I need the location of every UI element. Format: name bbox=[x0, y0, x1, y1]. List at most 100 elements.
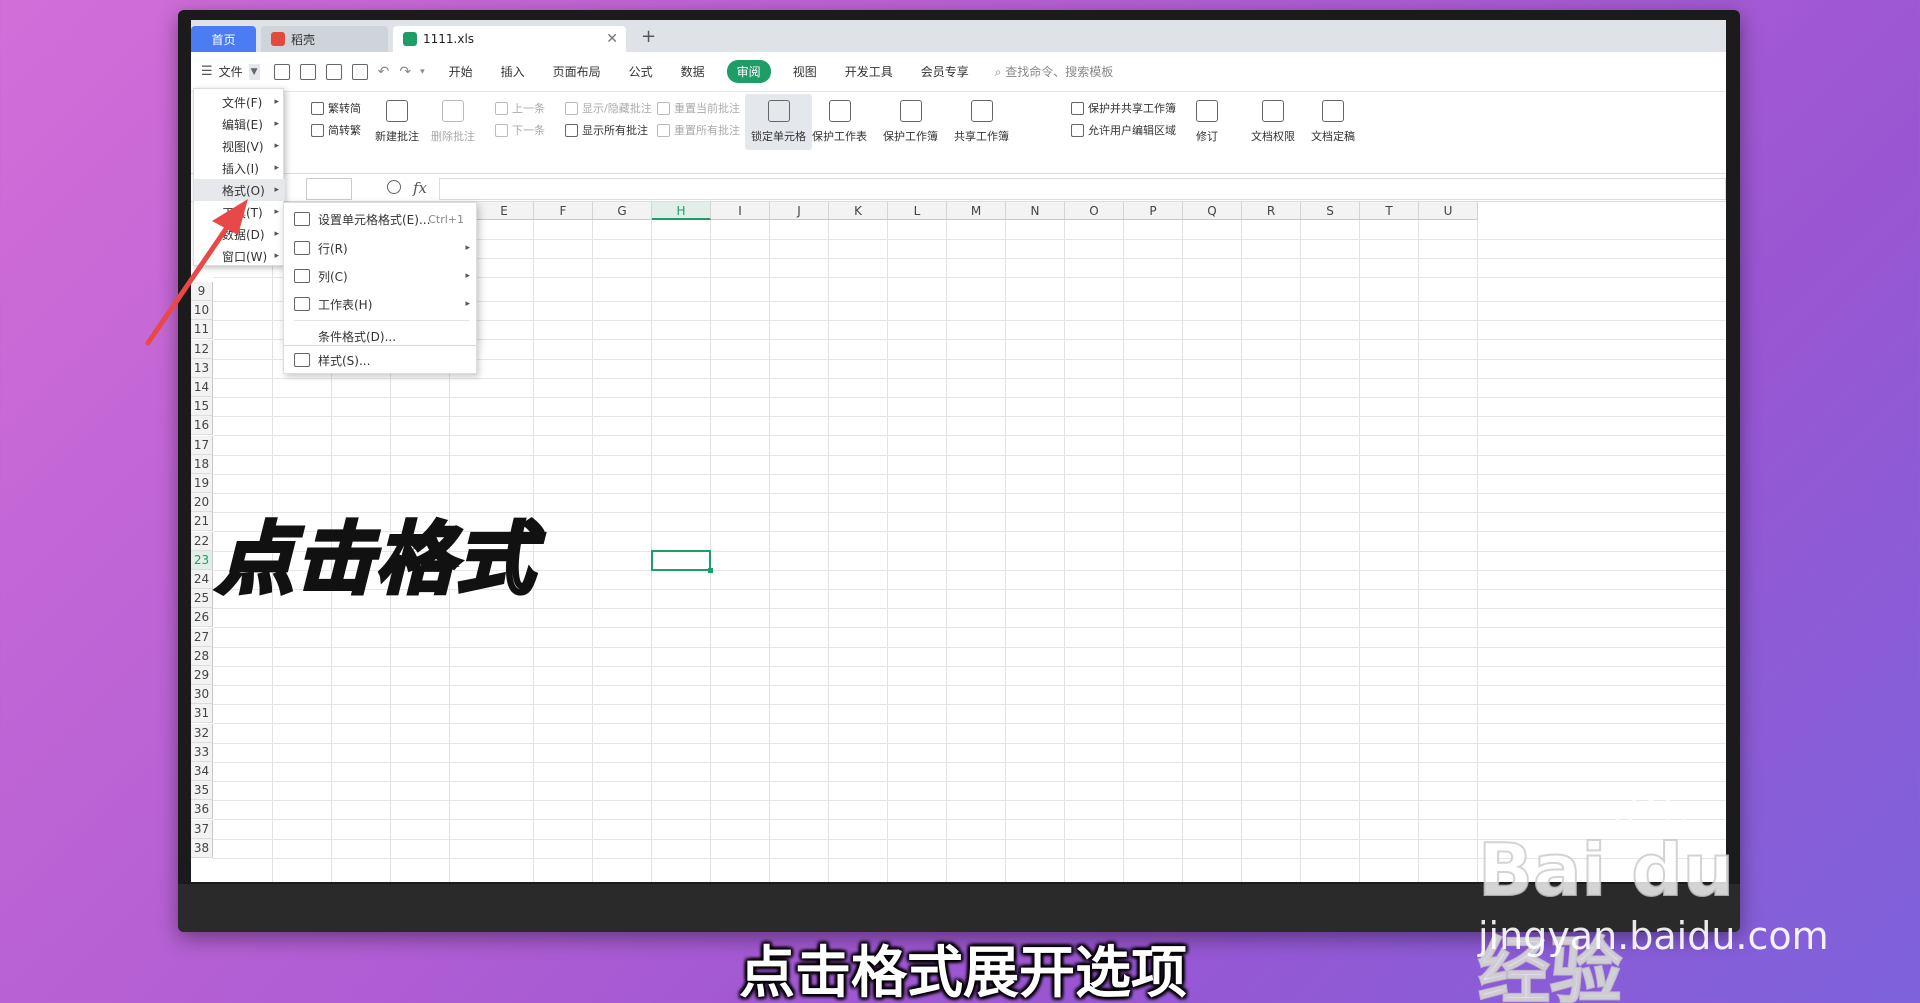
chevron-down-icon[interactable]: ▼ bbox=[248, 63, 260, 80]
column-header[interactable]: T bbox=[1360, 202, 1419, 220]
trad-to-simp-button[interactable]: 繁转简 bbox=[311, 100, 361, 116]
column-header[interactable]: F bbox=[534, 202, 593, 220]
next-comment-button[interactable]: 下一条 bbox=[495, 122, 545, 138]
menu-formula[interactable]: 公式 bbox=[615, 63, 667, 80]
menu-view[interactable]: 视图 bbox=[779, 63, 831, 80]
protect-workbook-button[interactable]: 保护工作簿 bbox=[883, 100, 938, 144]
menu-insert[interactable]: 插入 bbox=[487, 63, 539, 80]
share-workbook-button[interactable]: 共享工作簿 bbox=[954, 100, 1009, 144]
file-menu-button[interactable]: 文件 bbox=[213, 63, 249, 80]
save-icon[interactable] bbox=[273, 63, 290, 80]
row-header[interactable]: 16 bbox=[191, 416, 213, 435]
column-header[interactable]: Q bbox=[1183, 202, 1242, 220]
row-header[interactable]: 32 bbox=[191, 724, 213, 743]
column-header[interactable]: R bbox=[1242, 202, 1301, 220]
row-header[interactable]: 18 bbox=[191, 455, 213, 474]
reset-current-comment-button[interactable]: 重置当前批注 bbox=[657, 100, 740, 116]
file-menu-item[interactable]: 插入(I) ▸ bbox=[194, 157, 285, 179]
row-header[interactable]: 13 bbox=[191, 359, 213, 378]
column-header[interactable]: U bbox=[1419, 202, 1478, 220]
protect-share-workbook-button[interactable]: 保护并共享工作簿 bbox=[1071, 100, 1176, 116]
row-header[interactable]: 27 bbox=[191, 628, 213, 647]
hamburger-icon[interactable]: ☰ bbox=[201, 64, 213, 79]
zoom-icon[interactable] bbox=[387, 180, 401, 194]
show-hide-comment-button[interactable]: 显示/隐藏批注 bbox=[565, 100, 652, 116]
column-header[interactable]: I bbox=[711, 202, 770, 220]
doc-finalize-button[interactable]: 文档定稿 bbox=[1311, 100, 1355, 144]
column-header[interactable]: S bbox=[1301, 202, 1360, 220]
menu-item-cell-format[interactable]: 设置单元格格式(E)... Ctrl+1 bbox=[284, 205, 478, 233]
prev-comment-button[interactable]: 上一条 bbox=[495, 100, 545, 116]
column-header[interactable]: L bbox=[888, 202, 947, 220]
revise-button[interactable]: 修订 bbox=[1196, 100, 1218, 144]
redo-icon[interactable]: ↷ bbox=[399, 64, 411, 80]
menu-item-row[interactable]: 行(R) ▸ bbox=[284, 234, 478, 262]
row-header[interactable]: 33 bbox=[191, 743, 213, 762]
tab-docer[interactable]: 稻壳 bbox=[261, 26, 388, 52]
file-menu-item[interactable]: 视图(V) ▸ bbox=[194, 135, 285, 157]
row-header[interactable]: 20 bbox=[191, 493, 213, 512]
customize-icon[interactable]: ▾ bbox=[420, 67, 425, 77]
show-all-comments-button[interactable]: 显示所有批注 bbox=[565, 122, 648, 138]
preview-icon[interactable] bbox=[351, 63, 368, 80]
row-header[interactable]: 34 bbox=[191, 762, 213, 781]
new-tab-button[interactable]: + bbox=[641, 26, 656, 47]
row-header[interactable]: 35 bbox=[191, 781, 213, 800]
row-header[interactable]: 28 bbox=[191, 647, 213, 666]
menu-data[interactable]: 数据 bbox=[667, 63, 719, 80]
close-icon[interactable]: ✕ bbox=[606, 31, 618, 47]
row-header[interactable]: 21 bbox=[191, 512, 213, 531]
print-icon[interactable] bbox=[325, 63, 342, 80]
menu-item-column[interactable]: 列(C) ▸ bbox=[284, 262, 478, 290]
column-header[interactable]: M bbox=[947, 202, 1006, 220]
tab-file[interactable]: 1111.xls ✕ bbox=[393, 26, 626, 52]
row-header[interactable]: 15 bbox=[191, 397, 213, 416]
row-header[interactable]: 36 bbox=[191, 800, 213, 819]
row-header[interactable]: 14 bbox=[191, 378, 213, 397]
new-comment-button[interactable]: 新建批注 bbox=[375, 100, 419, 144]
file-menu-item[interactable]: 文件(F) ▸ bbox=[194, 91, 285, 113]
row-header[interactable]: 31 bbox=[191, 704, 213, 723]
column-header[interactable]: O bbox=[1065, 202, 1124, 220]
row-header[interactable]: 25 bbox=[191, 589, 213, 608]
row-header[interactable]: 38 bbox=[191, 839, 213, 858]
formula-input[interactable] bbox=[439, 178, 1726, 200]
menu-member[interactable]: 会员专享 bbox=[907, 63, 983, 80]
menu-item-conditional-format[interactable]: 条件格式(D)... bbox=[284, 325, 478, 347]
name-box[interactable] bbox=[306, 178, 352, 200]
row-header[interactable]: 26 bbox=[191, 608, 213, 627]
doc-permission-button[interactable]: 文档权限 bbox=[1251, 100, 1295, 144]
column-header[interactable]: G bbox=[593, 202, 652, 220]
undo-icon[interactable]: ↶ bbox=[378, 64, 390, 80]
column-header[interactable]: H bbox=[652, 202, 711, 220]
tab-home[interactable]: 首页 bbox=[191, 26, 256, 52]
menu-item-style[interactable]: 样式(S)... bbox=[284, 346, 478, 374]
row-header[interactable]: 24 bbox=[191, 570, 213, 589]
lock-cell-button[interactable]: 锁定单元格 bbox=[745, 94, 812, 150]
column-header[interactable]: P bbox=[1124, 202, 1183, 220]
simp-to-trad-button[interactable]: 简转繁 bbox=[311, 122, 361, 138]
row-header[interactable]: 30 bbox=[191, 685, 213, 704]
menu-page-layout[interactable]: 页面布局 bbox=[539, 63, 615, 80]
export-icon[interactable] bbox=[299, 63, 316, 80]
selected-cell[interactable] bbox=[651, 550, 713, 573]
column-header[interactable]: N bbox=[1006, 202, 1065, 220]
column-header[interactable]: E bbox=[475, 202, 534, 220]
menu-developer[interactable]: 开发工具 bbox=[831, 63, 907, 80]
file-menu-item[interactable]: 编辑(E) ▸ bbox=[194, 113, 285, 135]
row-header[interactable]: 29 bbox=[191, 666, 213, 685]
delete-comment-button[interactable]: 删除批注 bbox=[431, 100, 475, 144]
row-header[interactable]: 37 bbox=[191, 820, 213, 839]
column-header[interactable]: K bbox=[829, 202, 888, 220]
reset-all-comments-button[interactable]: 重置所有批注 bbox=[657, 122, 740, 138]
fx-icon[interactable]: fx bbox=[413, 179, 427, 197]
row-header[interactable]: 22 bbox=[191, 532, 213, 551]
menu-item-sheet[interactable]: 工作表(H) ▸ bbox=[284, 290, 478, 318]
search-box[interactable]: ⌕ 查找命令、搜索模板 bbox=[995, 63, 1114, 80]
menu-review[interactable]: 审阅 bbox=[726, 60, 771, 83]
allow-edit-ranges-button[interactable]: 允许用户编辑区域 bbox=[1071, 122, 1176, 138]
row-header[interactable]: 23 bbox=[191, 551, 213, 570]
column-header[interactable]: J bbox=[770, 202, 829, 220]
row-header[interactable]: 19 bbox=[191, 474, 213, 493]
protect-sheet-button[interactable]: 保护工作表 bbox=[812, 100, 867, 144]
